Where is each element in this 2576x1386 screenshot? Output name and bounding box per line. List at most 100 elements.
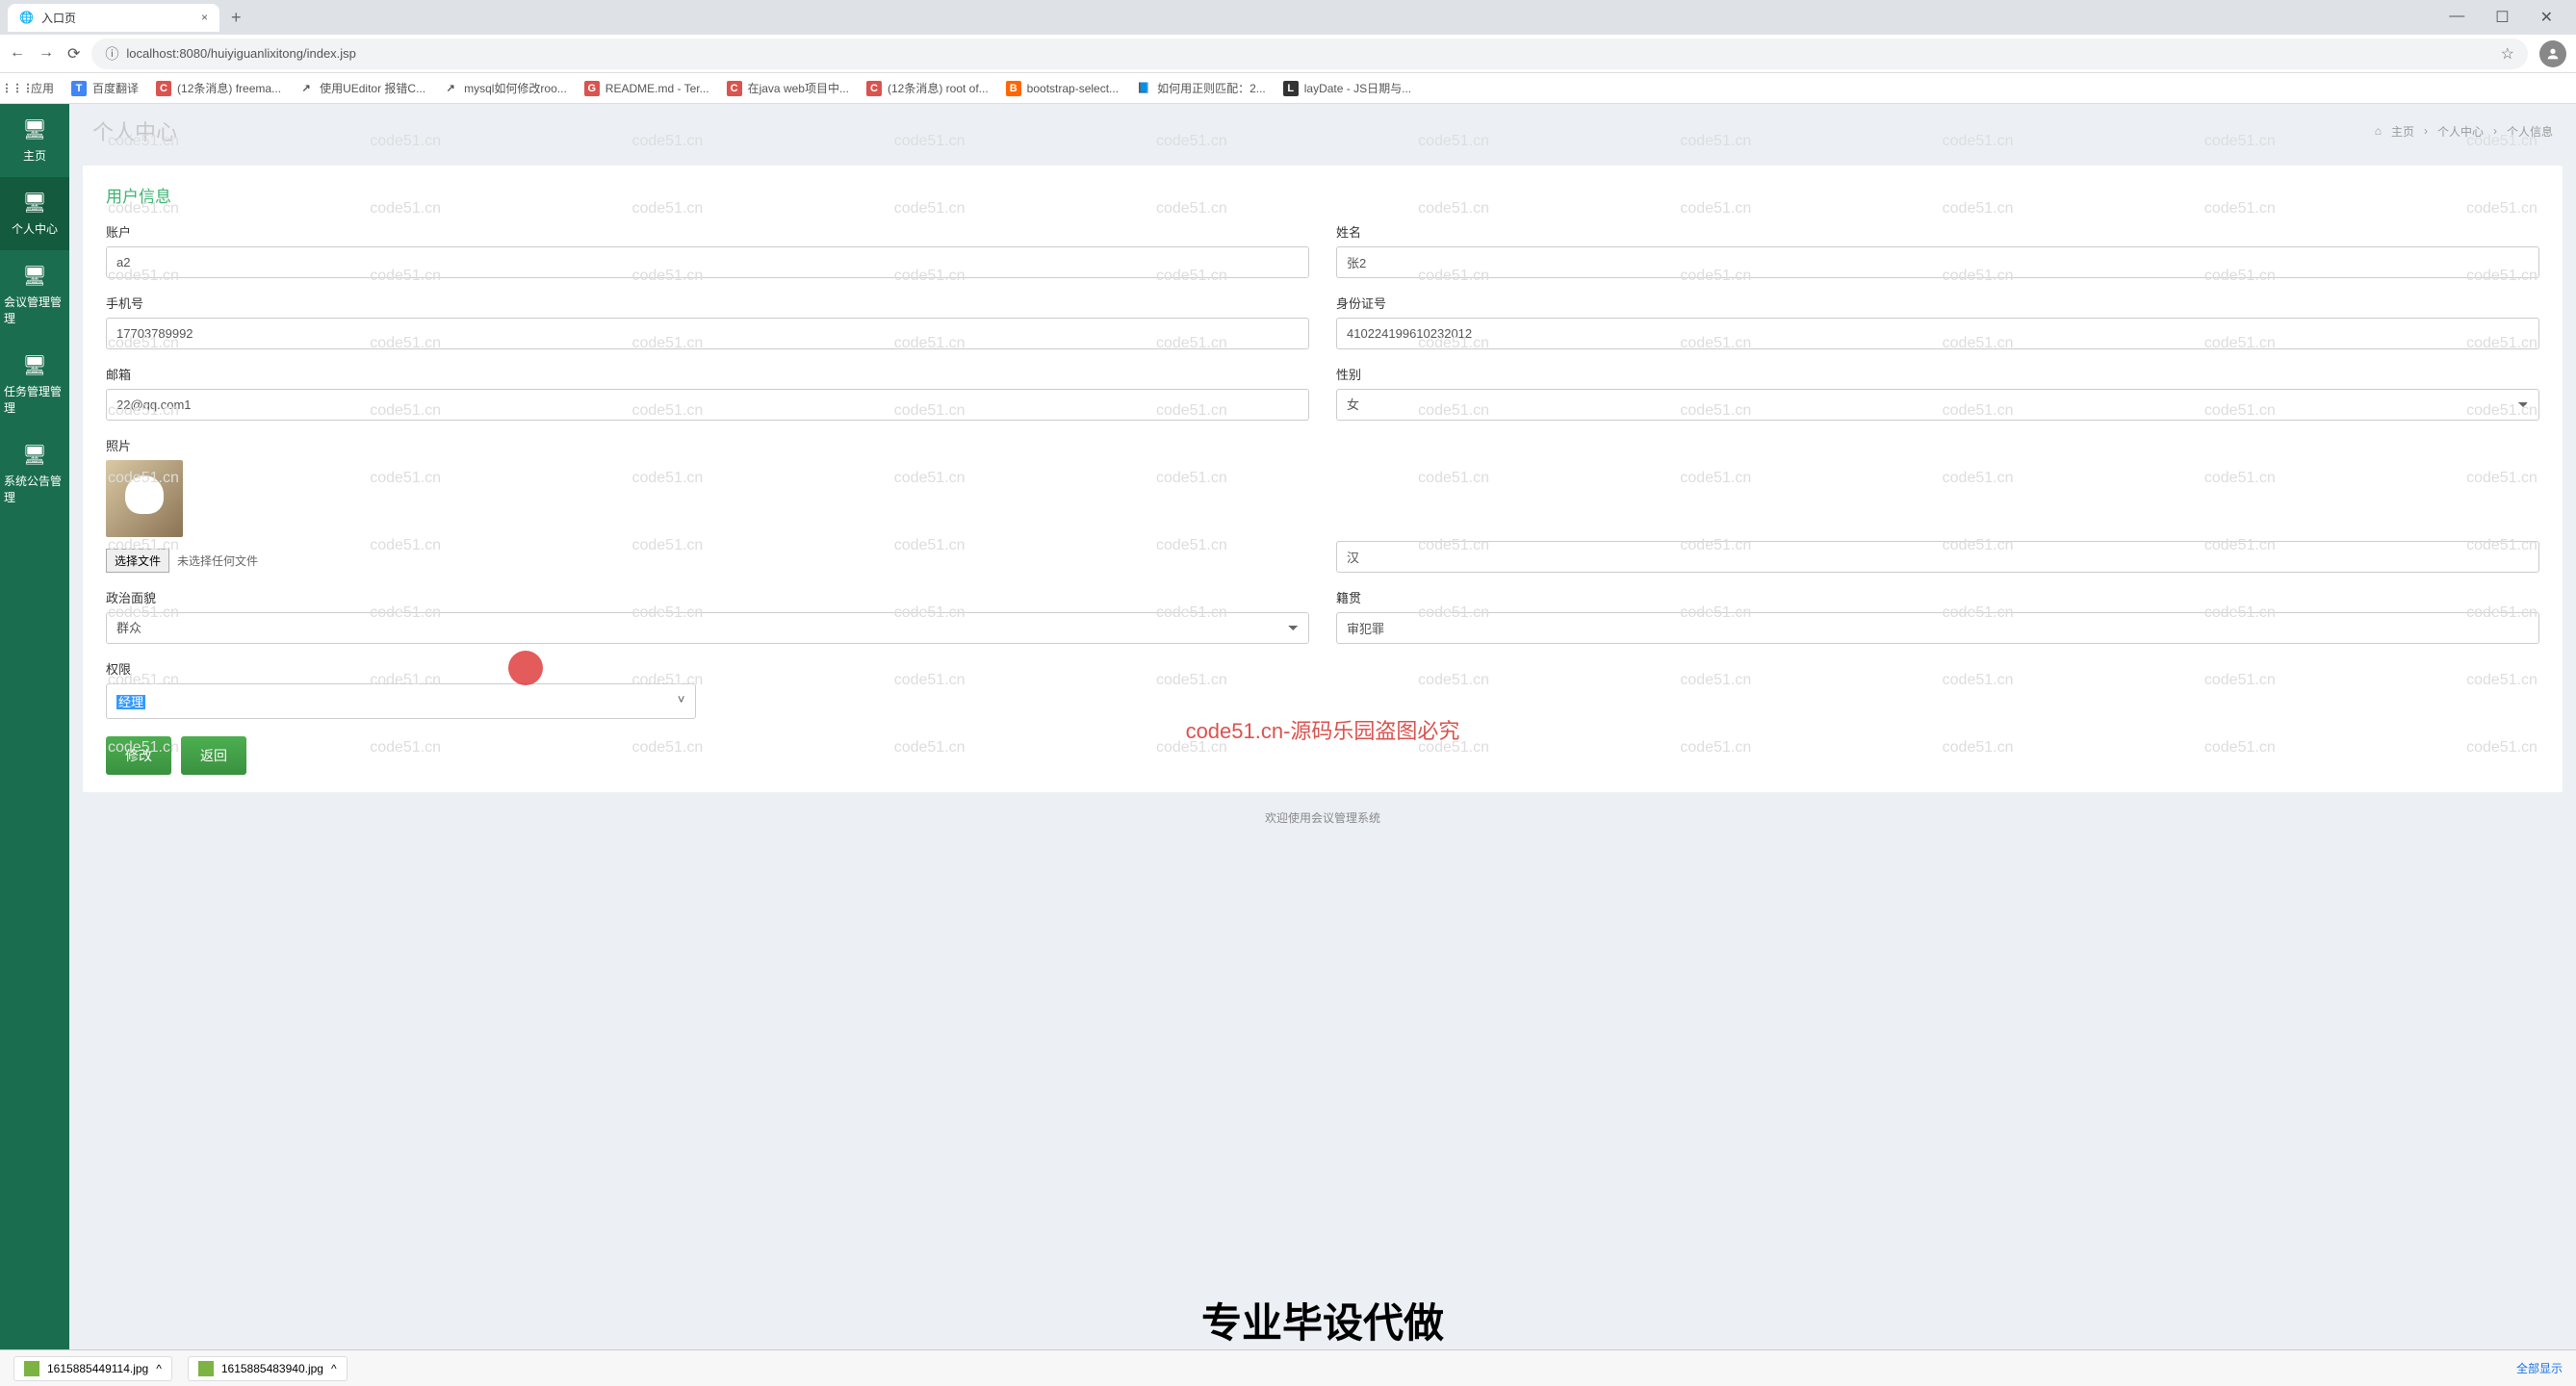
show-all-downloads[interactable]: 全部显示 (2516, 1360, 2563, 1376)
url-input[interactable] (126, 46, 2492, 61)
sidebar-item-profile[interactable]: 🖥 个人中心 (0, 177, 69, 250)
sidebar-label: 任务管理管理 (4, 383, 65, 416)
idcard-label: 身份证号 (1336, 294, 2539, 312)
sidebar-label: 个人中心 (12, 220, 58, 237)
chevron-right-icon: › (2493, 124, 2497, 138)
apps-button[interactable]: ⋮⋮⋮应用 (10, 80, 54, 96)
sidebar-item-meeting[interactable]: 🖥 会议管理管理 (0, 250, 69, 340)
field-permission: 权限 经理 ˅ (106, 659, 696, 719)
chevron-up-icon[interactable]: ^ (156, 1362, 162, 1375)
page-header: 个人中心 ⌂ 主页 › 个人中心 › 个人信息 (69, 104, 2576, 158)
nav-controls: ← → ⟳ (10, 44, 80, 64)
monitor-icon: 🖥 (22, 264, 46, 288)
profile-icon[interactable] (2539, 40, 2566, 67)
bookmark-item[interactable]: C(12条消息) freema... (156, 80, 281, 96)
sidebar: 🖥 主页 🖥 个人中心 🖥 会议管理管理 🖥 任务管理管理 🖥 系统公告管理 (0, 104, 69, 1355)
bookmark-item[interactable]: Bbootstrap-select... (1006, 81, 1119, 96)
choose-file-button[interactable]: 选择文件 (106, 549, 169, 573)
photo-label: 照片 (106, 436, 1309, 454)
close-icon[interactable]: × (201, 11, 208, 24)
sidebar-item-notice[interactable]: 🖥 系统公告管理 (0, 429, 69, 519)
back-button[interactable]: 返回 (181, 736, 246, 775)
page-title: 个人中心 (92, 116, 177, 146)
email-label: 邮箱 (106, 365, 1309, 383)
breadcrumb-item: 个人信息 (2507, 123, 2553, 140)
download-filename: 1615885449114.jpg (47, 1362, 148, 1375)
chevron-down-icon: ˅ (678, 692, 685, 706)
field-origin: 籍贯 (1336, 588, 2539, 644)
home-icon[interactable]: ⌂ (2375, 124, 2382, 138)
monitor-icon: 🖥 (22, 117, 46, 141)
ethnic-input[interactable] (1336, 541, 2539, 573)
star-icon[interactable]: ☆ (2501, 44, 2514, 64)
download-filename: 1615885483940.jpg (221, 1362, 323, 1375)
browser-tab[interactable]: 🌐 入口页 × (8, 4, 219, 32)
minimize-icon[interactable]: — (2441, 4, 2472, 31)
political-select[interactable]: 群众 (106, 612, 1309, 644)
bookmark-item[interactable]: C(12条消息) root of... (866, 80, 989, 96)
field-ethnic (1336, 436, 2539, 573)
bookmark-item[interactable]: C在java web项目中... (727, 80, 849, 96)
sidebar-label: 会议管理管理 (4, 294, 65, 326)
account-input[interactable] (106, 246, 1309, 278)
sidebar-item-home[interactable]: 🖥 主页 (0, 104, 69, 177)
email-input[interactable] (106, 389, 1309, 421)
bookmark-item[interactable]: T百度翻译 (71, 80, 139, 96)
tab-title: 入口页 (41, 10, 76, 26)
tab-bar: 🌐 入口页 × + — ☐ ✕ (0, 0, 2576, 35)
phone-label: 手机号 (106, 294, 1309, 312)
new-tab-button[interactable]: + (223, 4, 249, 32)
bookmark-item[interactable]: GREADME.md - Ter... (584, 81, 709, 96)
field-name: 姓名 (1336, 222, 2539, 278)
phone-input[interactable] (106, 318, 1309, 349)
footer-text: 欢迎使用会议管理系统 (69, 800, 2576, 835)
close-window-icon[interactable]: ✕ (2533, 4, 2561, 31)
info-icon[interactable]: ⓘ (105, 44, 118, 64)
overlay-text: 专业毕设代做 (1201, 1291, 1444, 1349)
name-label: 姓名 (1336, 222, 2539, 241)
sidebar-label: 系统公告管理 (4, 473, 65, 505)
gender-label: 性别 (1336, 365, 2539, 383)
back-icon[interactable]: ← (10, 44, 25, 64)
bookmark-item[interactable]: ↗使用UEditor 报错C... (298, 80, 425, 96)
app-body: 🖥 主页 🖥 个人中心 🖥 会议管理管理 🖥 任务管理管理 🖥 系统公告管理 个… (0, 104, 2576, 1355)
permission-select[interactable]: 经理 ˅ (106, 683, 696, 719)
chevron-up-icon[interactable]: ^ (331, 1362, 337, 1375)
bookmark-item[interactable]: ↗mysql如何修改roo... (443, 80, 567, 96)
field-political: 政治面貌 群众 (106, 588, 1309, 644)
breadcrumb-item[interactable]: 主页 (2391, 123, 2414, 140)
file-status: 未选择任何文件 (177, 552, 258, 569)
name-input[interactable] (1336, 246, 2539, 278)
download-item[interactable]: 1615885449114.jpg ^ (13, 1356, 172, 1381)
forward-icon[interactable]: → (39, 44, 54, 64)
idcard-input[interactable] (1336, 318, 2539, 349)
photo-preview (106, 460, 183, 537)
gender-select[interactable]: 女 (1336, 389, 2539, 421)
sidebar-item-task[interactable]: 🖥 任务管理管理 (0, 340, 69, 429)
url-bar[interactable]: ⓘ ☆ (91, 38, 2528, 69)
field-idcard: 身份证号 (1336, 294, 2539, 349)
download-bar: 1615885449114.jpg ^ 1615885483940.jpg ^ … (0, 1349, 2576, 1386)
maximize-icon[interactable]: ☐ (2487, 4, 2516, 31)
reload-icon[interactable]: ⟳ (67, 44, 80, 64)
bookmarks-bar: ⋮⋮⋮应用 T百度翻译 C(12条消息) freema... ↗使用UEdito… (0, 73, 2576, 104)
breadcrumb-item[interactable]: 个人中心 (2437, 123, 2484, 140)
monitor-icon: 🖥 (22, 353, 46, 377)
political-label: 政治面貌 (106, 588, 1309, 606)
bookmark-item[interactable]: LlayDate - JS日期与... (1283, 80, 1411, 96)
main-content: 个人中心 ⌂ 主页 › 个人中心 › 个人信息 用户信息 账户 姓名 (69, 104, 2576, 1355)
breadcrumb: ⌂ 主页 › 个人中心 › 个人信息 (2375, 123, 2553, 140)
submit-button[interactable]: 修改 (106, 736, 171, 775)
monitor-icon: 🖥 (22, 191, 46, 215)
download-item[interactable]: 1615885483940.jpg ^ (188, 1356, 348, 1381)
globe-icon: 🌐 (19, 11, 34, 24)
origin-input[interactable] (1336, 612, 2539, 644)
origin-label: 籍贯 (1336, 588, 2539, 606)
card-title: 用户信息 (106, 183, 2539, 207)
image-icon (198, 1361, 214, 1376)
field-photo: 照片 选择文件 未选择任何文件 (106, 436, 1309, 573)
sidebar-label: 主页 (23, 147, 46, 164)
bookmark-item[interactable]: 📘如何用正则匹配：2... (1136, 80, 1266, 96)
permission-value: 经理 (116, 695, 145, 709)
field-gender: 性别 女 (1336, 365, 2539, 421)
